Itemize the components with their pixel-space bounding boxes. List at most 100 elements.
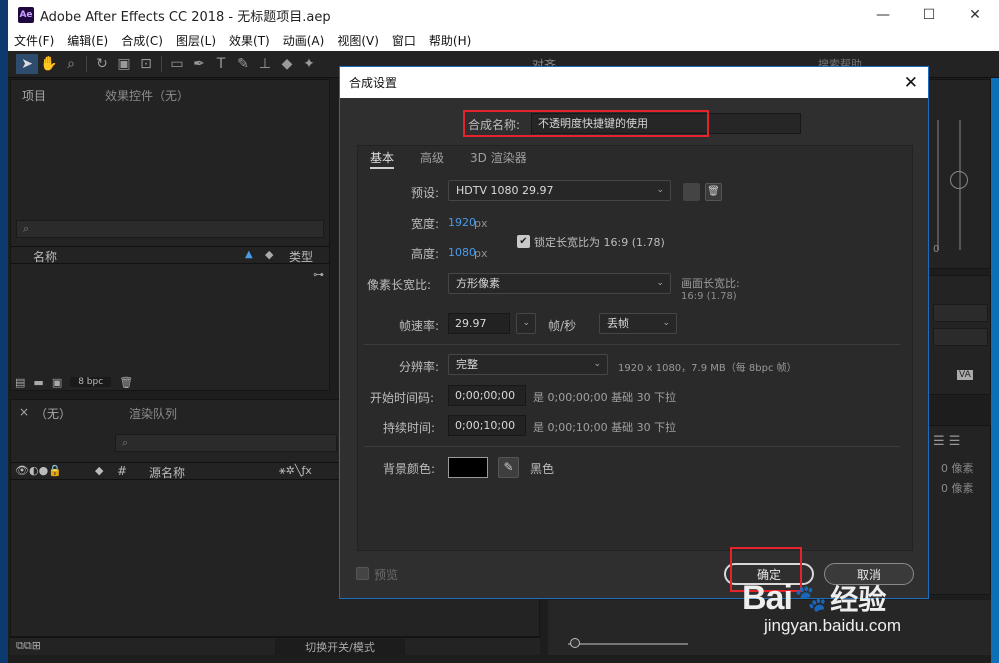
tab-timeline[interactable]: （无） <box>35 405 71 422</box>
menu-edit[interactable]: 编辑(E) <box>67 32 108 49</box>
fps-input[interactable]: 29.97 <box>448 313 510 334</box>
interpret-footage-icon[interactable]: ▤ <box>15 376 25 389</box>
width-value[interactable]: 1920 <box>448 216 476 229</box>
eyedropper-icon[interactable]: ✎ <box>498 457 519 478</box>
height-unit: px <box>474 247 488 260</box>
zoom-tool-icon[interactable]: ⌕ <box>60 54 82 74</box>
menu-composition[interactable]: 合成(C) <box>121 32 163 49</box>
toggle-switches-modes[interactable]: 切换开关/模式 <box>275 639 405 655</box>
selection-tool-icon[interactable]: ➤ <box>16 54 38 74</box>
menu-help[interactable]: 帮助(H) <box>429 32 471 49</box>
drop-frame-dropdown[interactable]: 丢帧 ⌄ <box>599 313 677 334</box>
maximize-button[interactable]: ☐ <box>906 0 952 30</box>
hand-tool-icon[interactable]: ✋ <box>38 54 60 74</box>
pen-tool-icon[interactable]: ✒ <box>188 54 210 74</box>
eraser-tool-icon[interactable]: ◆ <box>276 54 298 74</box>
menu-animation[interactable]: 动画(A) <box>283 32 325 49</box>
menu-view[interactable]: 视图(V) <box>337 32 379 49</box>
desktop-edge-left <box>0 0 8 663</box>
delete-icon[interactable]: 🗑 <box>119 376 133 389</box>
column-number: # <box>117 464 128 478</box>
pan-behind-tool-icon[interactable]: ⊡ <box>135 54 157 74</box>
tab-effect-controls[interactable]: 效果控件（无） <box>105 87 189 104</box>
delete-preset-icon[interactable]: 🗑 <box>705 183 722 201</box>
column-source-name[interactable]: 源名称 <box>149 464 185 481</box>
bg-color-name: 黑色 <box>530 462 555 476</box>
start-timecode-input[interactable]: 0;00;00;00 <box>448 385 526 406</box>
audio-knob[interactable] <box>950 171 968 189</box>
project-search-input[interactable]: ⌕ <box>16 220 324 238</box>
fps-label: 帧速率: <box>399 319 440 333</box>
brush-tool-icon[interactable]: ✎ <box>232 54 254 74</box>
paragraph-panel: ☰ ☰ 0 像素 0 像素 <box>928 425 991 595</box>
minimize-button[interactable]: — <box>860 0 906 30</box>
flowchart-icon[interactable]: ⊶ <box>313 268 324 281</box>
settings-panel <box>357 145 913 551</box>
preset-value: HDTV 1080 29.97 <box>456 184 554 197</box>
sort-arrow-icon[interactable]: ▲ <box>245 249 253 260</box>
tab-project[interactable]: 项目 <box>22 87 46 104</box>
project-header-row: 名称 ▲ ◆ 类型 <box>11 246 329 264</box>
tab-render-queue[interactable]: 渲染队列 <box>129 405 177 422</box>
fps-preset-dropdown[interactable]: ⌄ <box>516 313 536 334</box>
baidu-watermark: Bai 🐾 经验 jingyan.baidu.com <box>742 578 901 636</box>
timeline-search-input[interactable]: ⌕ <box>115 434 337 452</box>
align-icons[interactable]: ☰ ☰ <box>933 434 960 449</box>
window-titlebar: Ae Adobe After Effects CC 2018 - 无标题项目.a… <box>8 0 999 30</box>
close-tab-icon[interactable]: × <box>19 405 29 419</box>
close-window-button[interactable]: ✕ <box>952 0 998 30</box>
font-dropdown[interactable] <box>933 304 988 322</box>
menu-file[interactable]: 文件(F) <box>14 32 54 49</box>
lock-aspect-checkbox[interactable]: ✔ <box>517 235 530 248</box>
audio-meter-left <box>937 120 939 250</box>
indent-value-1[interactable]: 0 像素 <box>941 460 974 476</box>
watermark-url: jingyan.baidu.com <box>764 616 902 635</box>
puppet-tool-icon[interactable]: ✦ <box>298 54 320 74</box>
column-name[interactable]: 名称 <box>33 248 57 265</box>
save-preset-icon[interactable] <box>683 183 700 201</box>
pixel-aspect-dropdown[interactable]: 方形像素 ⌄ <box>448 273 671 294</box>
bg-color-swatch[interactable] <box>448 457 488 478</box>
project-panel: 项目 效果控件（无） ⌕ 名称 ▲ ◆ 类型 ⊶ ▤ ▬ ▣ 8 bpc 🗑 <box>10 79 330 391</box>
tab-3d-renderer[interactable]: 3D 渲染器 <box>470 149 527 169</box>
name-highlight-box <box>463 110 709 137</box>
menu-bar: 文件(F) 编辑(E) 合成(C) 图层(L) 效果(T) 动画(A) 视图(V… <box>8 30 999 51</box>
width-label: 宽度: <box>411 217 440 231</box>
indent-value-2[interactable]: 0 像素 <box>941 480 974 496</box>
frame-aspect-label: 画面长宽比: <box>681 277 740 290</box>
dialog-close-button[interactable]: ✕ <box>904 73 918 93</box>
new-folder-icon[interactable]: ▬ <box>33 376 43 389</box>
stamp-tool-icon[interactable]: ⊥ <box>254 54 276 74</box>
preset-dropdown[interactable]: HDTV 1080 29.97 ⌄ <box>448 180 671 201</box>
resolution-dropdown[interactable]: 完整 ⌄ <box>448 354 608 375</box>
pixel-aspect-value: 方形像素 <box>456 277 500 290</box>
start-timecode-label: 开始时间码: <box>370 391 435 405</box>
new-composition-icon[interactable]: ▣ <box>52 376 62 389</box>
comp-flowchart-icon[interactable]: ⧉⧉⊞ <box>16 639 41 653</box>
chevron-down-icon: ⌄ <box>656 185 664 195</box>
tab-advanced[interactable]: 高级 <box>420 149 444 169</box>
menu-effect[interactable]: 效果(T) <box>229 32 270 49</box>
tab-basic[interactable]: 基本 <box>370 149 395 169</box>
preview-checkbox[interactable] <box>356 567 369 580</box>
duration-input[interactable]: 0;00;10;00 <box>448 415 526 436</box>
style-dropdown[interactable] <box>933 328 988 346</box>
camera-tool-icon[interactable]: ▣ <box>113 54 135 74</box>
rectangle-tool-icon[interactable]: ▭ <box>166 54 188 74</box>
height-value[interactable]: 1080 <box>448 246 476 259</box>
layer-switches-icon[interactable]: ⚹✲╲ƒx <box>279 464 312 478</box>
zoom-slider[interactable] <box>568 643 688 645</box>
rotate-tool-icon[interactable]: ↻ <box>91 54 113 74</box>
tool-divider <box>86 56 87 72</box>
av-switches-icon[interactable]: 👁◐●🔒 <box>15 464 62 477</box>
pixel-aspect-label: 像素长宽比: <box>367 278 432 292</box>
menu-window[interactable]: 窗口 <box>392 32 416 49</box>
text-tool-icon[interactable]: T <box>210 54 232 74</box>
column-type[interactable]: 类型 <box>289 248 313 265</box>
resolution-value: 完整 <box>456 358 478 371</box>
bpc-toggle[interactable]: 8 bpc <box>70 377 112 387</box>
label-tag-icon: ◆ <box>265 248 274 261</box>
zoom-slider-handle[interactable] <box>570 638 580 648</box>
chevron-down-icon: ⌄ <box>662 318 670 328</box>
menu-layer[interactable]: 图层(L) <box>176 32 216 49</box>
